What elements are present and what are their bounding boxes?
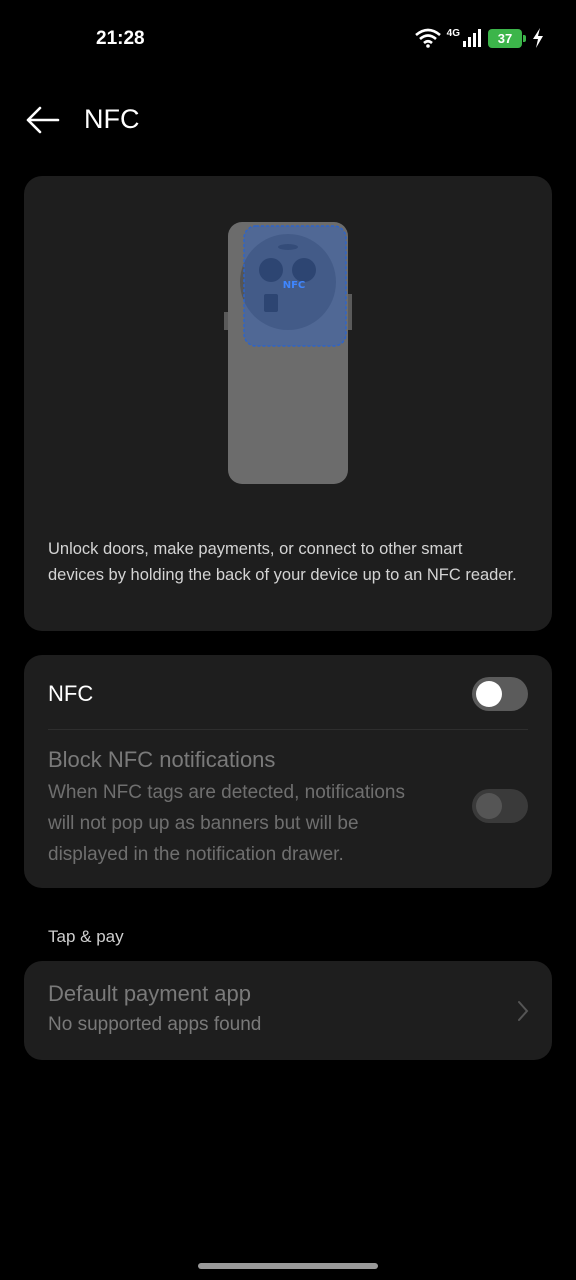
block-notifications-row[interactable]: Block NFC notifications When NFC tags ar… (48, 747, 528, 870)
toggle-knob (476, 681, 502, 707)
phone-back-nfc-illustration: NFC (224, 222, 352, 484)
divider (48, 729, 528, 730)
description-line: will not pop up as banners but will be (48, 813, 359, 834)
wifi-icon (414, 28, 441, 48)
battery-icon: 37 (488, 28, 526, 48)
description-line: displayed in the notification drawer. (48, 844, 344, 865)
toggle-knob (476, 793, 502, 819)
default-payment-app-row[interactable]: Default payment app No supported apps fo… (24, 961, 552, 1060)
svg-text:NFC: NFC (283, 280, 306, 291)
status-time: 21:28 (96, 28, 145, 49)
chevron-right-icon (518, 1001, 529, 1021)
charging-icon (533, 28, 543, 48)
back-button[interactable] (22, 102, 62, 138)
description-line: When NFC tags are detected, notification… (48, 782, 405, 803)
block-notifications-toggle[interactable] (472, 789, 528, 823)
cell-signal-icon (463, 29, 481, 47)
nfc-description: Unlock doors, make payments, or connect … (48, 540, 517, 584)
nfc-toggle-row[interactable]: NFC (48, 677, 528, 711)
nfc-toggle[interactable] (472, 677, 528, 711)
nfc-info-card: NFC Unlock doors, make payments, or conn… (24, 176, 552, 631)
status-icons: 4G 37 (414, 28, 544, 48)
block-notifications-description: When NFC tags are detected, notification… (48, 777, 458, 870)
page-title: NFC (84, 104, 140, 134)
nfc-label: NFC (48, 681, 94, 706)
default-payment-app-value: No supported apps found (48, 1014, 262, 1035)
tap-pay-section-label: Tap & pay (48, 927, 124, 946)
home-indicator[interactable] (198, 1263, 378, 1269)
battery-level: 37 (497, 30, 513, 46)
network-type-label: 4G (446, 28, 460, 39)
status-bar: 21:28 4G 37 (0, 0, 576, 80)
default-payment-app-label: Default payment app (48, 981, 252, 1006)
block-notifications-label: Block NFC notifications (48, 747, 276, 772)
nfc-settings-card: NFC Block NFC notifications When NFC tag… (24, 655, 552, 888)
arrow-left-icon (26, 106, 60, 134)
app-bar: NFC (0, 90, 576, 150)
